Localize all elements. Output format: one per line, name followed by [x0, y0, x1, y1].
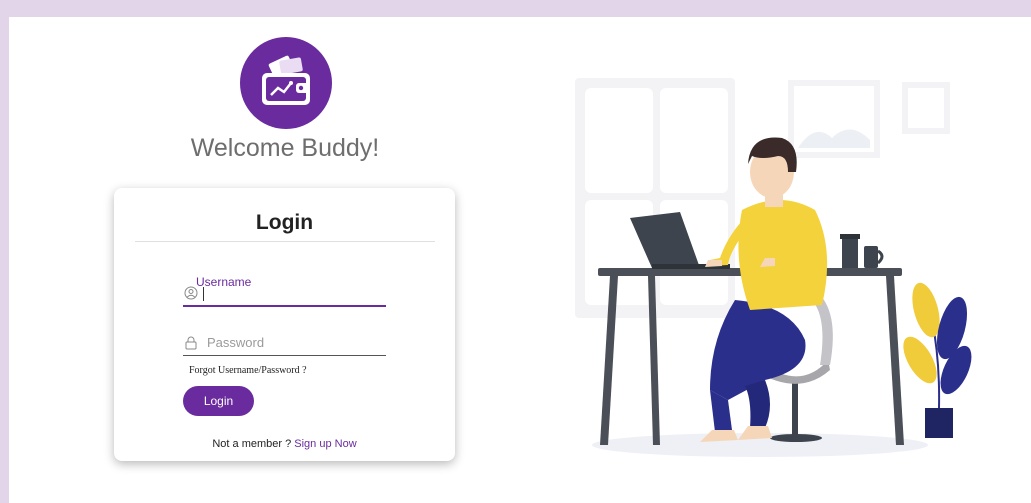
not-member-text: Not a member ?: [212, 438, 292, 450]
username-input[interactable]: [203, 287, 204, 301]
person-at-laptop-illustration: [560, 60, 980, 465]
username-underline: [183, 305, 386, 307]
user-icon: [184, 286, 198, 305]
frame-top-border: [0, 0, 1031, 17]
login-button[interactable]: Login: [183, 386, 254, 416]
signup-link[interactable]: Sign up Now: [294, 438, 356, 450]
welcome-heading: Welcome Buddy!: [190, 134, 380, 162]
login-title: Login: [255, 211, 314, 234]
frame-left-border: [0, 0, 9, 503]
signup-prompt: Not a member ? Sign up Now: [114, 438, 455, 450]
login-card: Login Username Password Forgot Username/…: [114, 188, 455, 461]
password-input[interactable]: Password: [207, 335, 382, 350]
lock-icon: [185, 336, 197, 355]
wallet-logo-icon: [240, 37, 332, 129]
title-divider: [135, 241, 435, 242]
password-underline: [183, 355, 386, 356]
username-label: Username: [196, 275, 252, 289]
forgot-credentials-link[interactable]: Forgot Username/Password ?: [189, 365, 307, 376]
